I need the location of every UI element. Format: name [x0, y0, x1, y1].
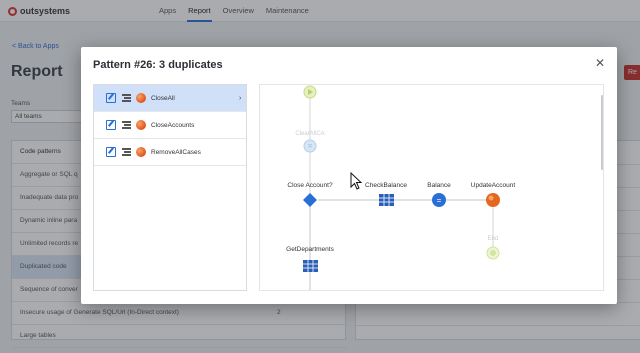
modal-title: Pattern #26: 3 duplicates — [93, 59, 223, 71]
list-item-label: CloseAccounts — [151, 122, 195, 129]
duplicate-list: CloseAll › CloseAccounts RemoveAllCases — [93, 84, 247, 291]
server-action-icon — [136, 93, 146, 103]
duplicates-modal: Pattern #26: 3 duplicates ✕ CloseAll › C… — [81, 47, 617, 304]
server-action-icon — [136, 147, 146, 157]
edit-icon[interactable] — [106, 147, 116, 157]
chevron-right-icon: › — [239, 95, 242, 102]
aggregate-node-icon[interactable] — [379, 194, 394, 206]
list-lines-icon — [122, 93, 131, 102]
flow-diagram: ClearAllCA = Close Account? CheckBalance… — [286, 85, 516, 290]
list-lines-icon — [122, 120, 131, 129]
node-label-checkbalance: CheckBalance — [365, 182, 407, 189]
aggregate-node-icon[interactable] — [303, 260, 318, 272]
end-dot — [490, 250, 496, 256]
if-node-icon[interactable] — [303, 193, 317, 207]
list-lines-icon — [122, 147, 131, 156]
list-item-removeallcases[interactable]: RemoveAllCases — [94, 139, 246, 166]
flow-canvas[interactable]: ClearAllCA = Close Account? CheckBalance… — [259, 84, 604, 291]
equals-icon: = — [437, 196, 442, 205]
node-label-balance: Balance — [427, 182, 451, 189]
list-item-label: CloseAll — [151, 95, 175, 102]
server-action-node-icon[interactable] — [486, 193, 500, 207]
close-icon[interactable]: ✕ — [594, 57, 606, 69]
vertical-scrollbar[interactable] — [601, 95, 603, 170]
edit-icon[interactable] — [106, 120, 116, 130]
list-item-closeaccounts[interactable]: CloseAccounts — [94, 112, 246, 139]
server-action-icon — [136, 120, 146, 130]
list-item-label: RemoveAllCases — [151, 149, 201, 156]
node-label-updateaccount: UpdateAccount — [471, 182, 516, 189]
node-label-assign: ClearAllCA — [295, 131, 324, 137]
edit-icon[interactable] — [106, 93, 116, 103]
list-item-closeall[interactable]: CloseAll › — [94, 85, 246, 112]
node-label-if: Close Account? — [287, 182, 333, 189]
highlight — [488, 195, 494, 201]
equals-icon: = — [308, 144, 312, 151]
mouse-cursor-icon — [350, 171, 363, 190]
node-label-getdepartments: GetDepartments — [286, 246, 334, 253]
node-label-end: End — [488, 236, 499, 242]
